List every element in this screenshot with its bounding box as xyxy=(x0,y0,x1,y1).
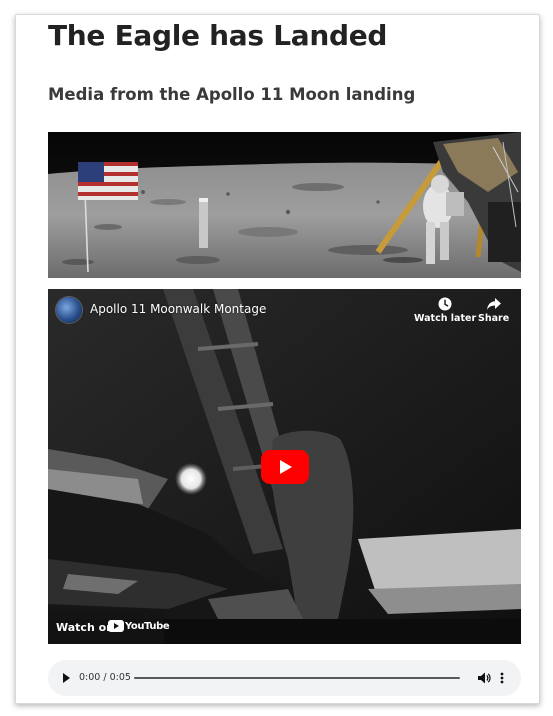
watch-on-youtube-link[interactable]: Watch on YouTube xyxy=(48,610,170,644)
audio-play-icon[interactable] xyxy=(62,673,71,683)
youtube-label: YouTube xyxy=(125,621,170,632)
audio-player[interactable]: 0:00 / 0:05 xyxy=(48,660,521,696)
moon-landing-photo xyxy=(48,132,521,278)
content-card: The Eagle has Landed Media from the Apol… xyxy=(15,14,540,704)
clock-icon xyxy=(438,297,452,311)
youtube-video-embed[interactable]: Apollo 11 Moonwalk Montage Watch later S… xyxy=(48,289,521,644)
more-options-icon[interactable] xyxy=(500,672,504,684)
volume-icon[interactable] xyxy=(478,672,491,684)
youtube-logo-icon xyxy=(108,620,124,632)
share-button[interactable]: Share xyxy=(478,297,509,324)
watch-on-label: Watch on xyxy=(56,621,114,634)
audio-time-display: 0:00 / 0:05 xyxy=(79,672,131,683)
play-icon xyxy=(280,460,292,474)
watch-later-button[interactable]: Watch later xyxy=(414,297,476,324)
page-title: The Eagle has Landed xyxy=(48,19,388,52)
watch-later-label: Watch later xyxy=(414,313,477,324)
channel-avatar-icon[interactable] xyxy=(56,297,82,323)
video-title[interactable]: Apollo 11 Moonwalk Montage xyxy=(90,302,266,316)
audio-progress-slider[interactable] xyxy=(134,677,460,679)
share-label: Share xyxy=(478,313,510,324)
moon-landing-photo-art xyxy=(48,132,521,278)
video-play-button[interactable] xyxy=(261,450,309,484)
share-arrow-icon xyxy=(486,298,501,310)
page-subtitle: Media from the Apollo 11 Moon landing xyxy=(48,85,416,104)
